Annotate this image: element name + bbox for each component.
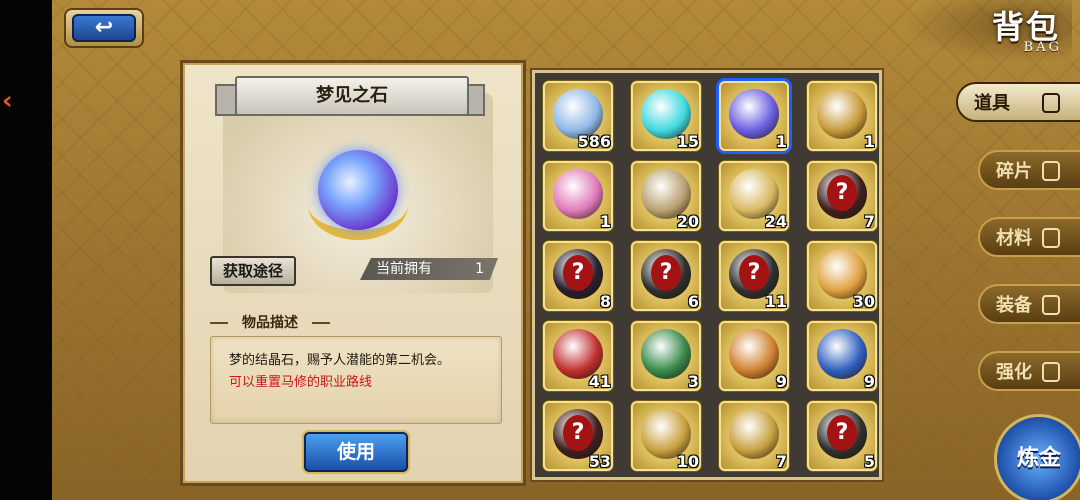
description-box: 梦的结晶石，赐予人潜能的第二机会。 可以重置马修的职业路线	[210, 336, 502, 424]
inventory-slot[interactable]: ? 7	[807, 161, 877, 231]
inventory-slot[interactable]: 9	[719, 321, 789, 391]
dream-stone-icon	[729, 89, 779, 139]
item-count: 24	[764, 212, 787, 231]
question-mark-icon: ?	[563, 255, 593, 291]
page-subtitle: BAG	[1023, 40, 1062, 55]
question-mark-icon: ?	[739, 255, 769, 291]
item-count: 53	[588, 452, 611, 471]
shard-icon	[1042, 161, 1060, 181]
use-button[interactable]: 使用	[304, 432, 408, 472]
tab-1[interactable]: 碎片	[978, 150, 1080, 190]
dream-stone-icon	[318, 150, 398, 230]
tab-label: 装备	[996, 295, 1032, 316]
heading-rule-left	[210, 322, 228, 324]
owned-label: 当前拥有	[376, 261, 432, 277]
question-mark-icon: ?	[827, 175, 857, 211]
system-sidebar: ‹	[0, 0, 52, 500]
inventory-slot[interactable]: 10	[631, 401, 701, 471]
item-count: 1	[863, 132, 875, 151]
tab-label: 道具	[974, 93, 1010, 114]
system-chevron-icon[interactable]: ‹	[2, 86, 13, 116]
helmet-icon	[1042, 295, 1060, 315]
item-count: 7	[775, 452, 787, 471]
item-name-ribbon: 梦见之石	[215, 74, 485, 116]
wing-icon	[1042, 362, 1060, 382]
orange-helmet-icon	[729, 329, 779, 379]
tab-label: 材料	[996, 228, 1032, 249]
item-count: 30	[852, 292, 875, 311]
description-highlight: 可以重置马修的职业路线	[229, 375, 373, 390]
inventory-slot[interactable]: 20	[631, 161, 701, 231]
flask-icon	[1042, 93, 1060, 113]
item-count: 8	[599, 292, 611, 311]
back-arrow-icon: ↩	[72, 14, 136, 42]
description-text: 梦的结晶石，赐予人潜能的第二机会。	[229, 353, 451, 368]
inventory-slot[interactable]: ? 53	[543, 401, 613, 471]
inventory-slot[interactable]: 1	[543, 161, 613, 231]
inventory-slot[interactable]: 1	[807, 81, 877, 151]
tab-2[interactable]: 材料	[978, 217, 1080, 257]
inventory-slot[interactable]: 15	[631, 81, 701, 151]
inventory-grid: 586 15 1 1 1 20 24? 7? 8? 6? 11 30 41 3 9 9? 53 10 7? 5	[532, 70, 882, 480]
question-mark-icon: ?	[827, 415, 857, 451]
item-count: 10	[676, 452, 699, 471]
question-mark-icon: ?	[563, 415, 593, 451]
bag-screen: ‹ ↩ 背包 BAG 梦见之石 获取途径 当前拥有 1 物品描述 梦的结晶石，赐…	[0, 0, 1080, 500]
ornate-chest-icon	[817, 89, 867, 139]
item-count: 9	[775, 372, 787, 391]
inventory-slot[interactable]: 1	[719, 81, 789, 151]
inventory-slot[interactable]: ? 6	[631, 241, 701, 311]
item-name: 梦见之石	[235, 76, 469, 116]
gold-chest-icon	[729, 409, 779, 459]
inventory-slot[interactable]: 30	[807, 241, 877, 311]
page-header: 背包 BAG	[902, 0, 1072, 62]
item-count: 6	[687, 292, 699, 311]
inventory-slot[interactable]: ? 8	[543, 241, 613, 311]
description-heading: 物品描述	[210, 312, 330, 332]
tab-3[interactable]: 装备	[978, 284, 1080, 324]
inventory-slot[interactable]: 7	[719, 401, 789, 471]
item-count: 15	[676, 132, 699, 151]
inventory-slot[interactable]: ? 11	[719, 241, 789, 311]
item-count: 9	[863, 372, 875, 391]
item-count: 41	[588, 372, 611, 391]
item-count: 586	[577, 132, 611, 151]
owned-count-bar: 当前拥有 1	[360, 258, 498, 280]
inventory-slot[interactable]: 586	[543, 81, 613, 151]
inventory-slot[interactable]: 41	[543, 321, 613, 391]
back-button[interactable]: ↩	[64, 8, 144, 48]
tab-0[interactable]: 道具	[956, 82, 1080, 122]
tab-4[interactable]: 强化	[978, 351, 1080, 391]
inventory-slot[interactable]: 3	[631, 321, 701, 391]
item-count: 3	[687, 372, 699, 391]
leaf-icon	[1042, 228, 1060, 248]
item-count: 7	[863, 212, 875, 231]
pink-pouch-icon	[553, 169, 603, 219]
item-count: 1	[599, 212, 611, 231]
green-armor-icon	[641, 329, 691, 379]
inventory-slot[interactable]: 24	[719, 161, 789, 231]
tab-label: 强化	[996, 362, 1032, 383]
item-count: 20	[676, 212, 699, 231]
blue-gear-icon	[817, 329, 867, 379]
description-heading-text: 物品描述	[242, 315, 298, 331]
source-button[interactable]: 获取途径	[210, 256, 296, 286]
item-count: 11	[764, 292, 787, 311]
item-count: 1	[775, 132, 787, 151]
item-count: 5	[863, 452, 875, 471]
alchemy-button[interactable]: 炼金	[994, 414, 1080, 500]
inventory-slot[interactable]: 9	[807, 321, 877, 391]
heading-rule-right	[312, 322, 330, 324]
question-mark-icon: ?	[651, 255, 681, 291]
inventory-slot[interactable]: ? 5	[807, 401, 877, 471]
owned-value: 1	[475, 261, 484, 277]
tab-label: 碎片	[996, 161, 1032, 182]
